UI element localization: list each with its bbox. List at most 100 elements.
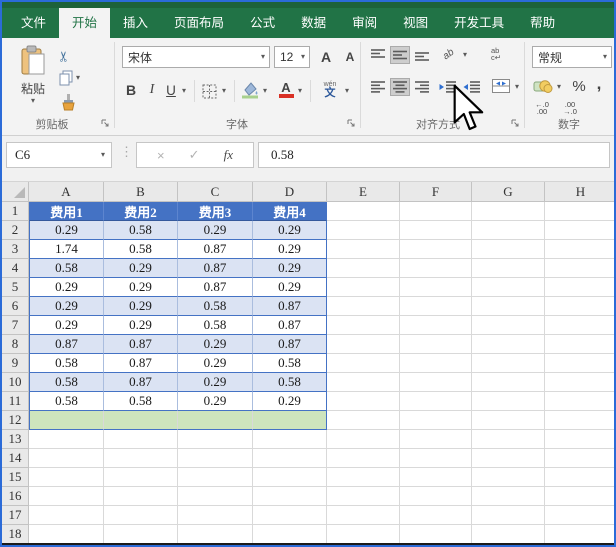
select-all-corner[interactable] bbox=[2, 182, 29, 202]
cell-C13[interactable] bbox=[178, 430, 253, 449]
cell-D7[interactable]: 0.87 bbox=[253, 316, 327, 335]
cell-D6[interactable]: 0.87 bbox=[253, 297, 327, 316]
cell-C14[interactable] bbox=[178, 449, 253, 468]
accounting-dropdown[interactable]: ▾ bbox=[554, 80, 564, 94]
cell-F4[interactable] bbox=[400, 259, 472, 278]
cell-A14[interactable] bbox=[29, 449, 104, 468]
row-header-1[interactable]: 1 bbox=[2, 202, 29, 221]
cell-D1[interactable]: 费用4 bbox=[253, 202, 327, 221]
cell-E6[interactable] bbox=[327, 297, 400, 316]
cell-G9[interactable] bbox=[472, 354, 545, 373]
cell-D10[interactable]: 0.58 bbox=[253, 373, 327, 392]
cancel-button[interactable]: × bbox=[157, 148, 165, 163]
cell-C15[interactable] bbox=[178, 468, 253, 487]
orientation-dropdown[interactable]: ▾ bbox=[460, 48, 470, 62]
cell-C7[interactable]: 0.58 bbox=[178, 316, 253, 335]
clipboard-dialog-launcher[interactable] bbox=[100, 118, 110, 128]
cell-E1[interactable] bbox=[327, 202, 400, 221]
cell-B15[interactable] bbox=[104, 468, 178, 487]
cell-B17[interactable] bbox=[104, 506, 178, 525]
cell-G3[interactable] bbox=[472, 240, 545, 259]
row-header-3[interactable]: 3 bbox=[2, 240, 29, 259]
center-button[interactable] bbox=[390, 78, 410, 96]
tab-help[interactable]: 帮助 bbox=[517, 8, 568, 38]
cell-G13[interactable] bbox=[472, 430, 545, 449]
cell-A7[interactable]: 0.29 bbox=[29, 316, 104, 335]
comma-style-button[interactable]: , bbox=[592, 74, 606, 94]
font-size-combo[interactable]: 12 ▾ bbox=[274, 46, 310, 68]
row-header-5[interactable]: 5 bbox=[2, 278, 29, 297]
bottom-align-button[interactable] bbox=[412, 46, 432, 64]
name-box[interactable]: C6 ▾ bbox=[6, 142, 112, 168]
align-right-button[interactable] bbox=[412, 78, 432, 96]
cell-E5[interactable] bbox=[327, 278, 400, 297]
cell-B12[interactable] bbox=[104, 411, 178, 430]
cell-D17[interactable] bbox=[253, 506, 327, 525]
cell-B4[interactable]: 0.29 bbox=[104, 259, 178, 278]
cell-D12[interactable] bbox=[253, 411, 327, 430]
cell-G10[interactable] bbox=[472, 373, 545, 392]
cell-E12[interactable] bbox=[327, 411, 400, 430]
col-header-D[interactable]: D bbox=[253, 182, 327, 202]
cell-C2[interactable]: 0.29 bbox=[178, 221, 253, 240]
cell-F16[interactable] bbox=[400, 487, 472, 506]
cell-H13[interactable] bbox=[545, 430, 614, 449]
cell-E17[interactable] bbox=[327, 506, 400, 525]
cell-E11[interactable] bbox=[327, 392, 400, 411]
row-header-18[interactable]: 18 bbox=[2, 525, 29, 544]
cell-G16[interactable] bbox=[472, 487, 545, 506]
cell-B2[interactable]: 0.58 bbox=[104, 221, 178, 240]
font-dialog-launcher[interactable] bbox=[346, 118, 356, 128]
cell-H10[interactable] bbox=[545, 373, 614, 392]
row-header-11[interactable]: 11 bbox=[2, 392, 29, 411]
cell-D14[interactable] bbox=[253, 449, 327, 468]
wrap-text-button[interactable]: ab c↵ bbox=[484, 42, 508, 66]
cell-A4[interactable]: 0.58 bbox=[29, 259, 104, 278]
cell-E18[interactable] bbox=[327, 525, 400, 544]
cell-C3[interactable]: 0.87 bbox=[178, 240, 253, 259]
tab-formulas[interactable]: 公式 bbox=[237, 8, 288, 38]
number-format-combo[interactable]: 常规 ▾ bbox=[532, 46, 612, 68]
cell-F8[interactable] bbox=[400, 335, 472, 354]
col-header-H[interactable]: H bbox=[545, 182, 614, 202]
cell-H15[interactable] bbox=[545, 468, 614, 487]
row-header-17[interactable]: 17 bbox=[2, 506, 29, 525]
cell-G14[interactable] bbox=[472, 449, 545, 468]
cell-F15[interactable] bbox=[400, 468, 472, 487]
cell-F13[interactable] bbox=[400, 430, 472, 449]
cell-C8[interactable]: 0.29 bbox=[178, 335, 253, 354]
orientation-button[interactable]: ab bbox=[438, 44, 460, 64]
tab-review[interactable]: 审阅 bbox=[339, 8, 390, 38]
cell-D2[interactable]: 0.29 bbox=[253, 221, 327, 240]
fill-color-dropdown[interactable]: ▾ bbox=[260, 84, 270, 98]
cell-F2[interactable] bbox=[400, 221, 472, 240]
cell-H1[interactable] bbox=[545, 202, 614, 221]
cell-C6[interactable]: 0.58 bbox=[178, 297, 253, 316]
percent-style-button[interactable]: % bbox=[570, 76, 588, 96]
cell-C10[interactable]: 0.29 bbox=[178, 373, 253, 392]
row-header-15[interactable]: 15 bbox=[2, 468, 29, 487]
row-header-12[interactable]: 12 bbox=[2, 411, 29, 430]
cell-A6[interactable]: 0.29 bbox=[29, 297, 104, 316]
middle-align-button[interactable] bbox=[390, 46, 410, 64]
cell-B16[interactable] bbox=[104, 487, 178, 506]
cell-A13[interactable] bbox=[29, 430, 104, 449]
cell-C16[interactable] bbox=[178, 487, 253, 506]
cell-H9[interactable] bbox=[545, 354, 614, 373]
col-header-C[interactable]: C bbox=[178, 182, 253, 202]
row-header-8[interactable]: 8 bbox=[2, 335, 29, 354]
cell-H12[interactable] bbox=[545, 411, 614, 430]
cell-H5[interactable] bbox=[545, 278, 614, 297]
cell-G4[interactable] bbox=[472, 259, 545, 278]
cell-G7[interactable] bbox=[472, 316, 545, 335]
col-header-G[interactable]: G bbox=[472, 182, 545, 202]
cell-H7[interactable] bbox=[545, 316, 614, 335]
font-name-combo[interactable]: 宋体 ▾ bbox=[122, 46, 270, 68]
cell-H17[interactable] bbox=[545, 506, 614, 525]
cell-B6[interactable]: 0.29 bbox=[104, 297, 178, 316]
cell-F14[interactable] bbox=[400, 449, 472, 468]
row-header-10[interactable]: 10 bbox=[2, 373, 29, 392]
cell-E8[interactable] bbox=[327, 335, 400, 354]
row-header-9[interactable]: 9 bbox=[2, 354, 29, 373]
row-header-13[interactable]: 13 bbox=[2, 430, 29, 449]
